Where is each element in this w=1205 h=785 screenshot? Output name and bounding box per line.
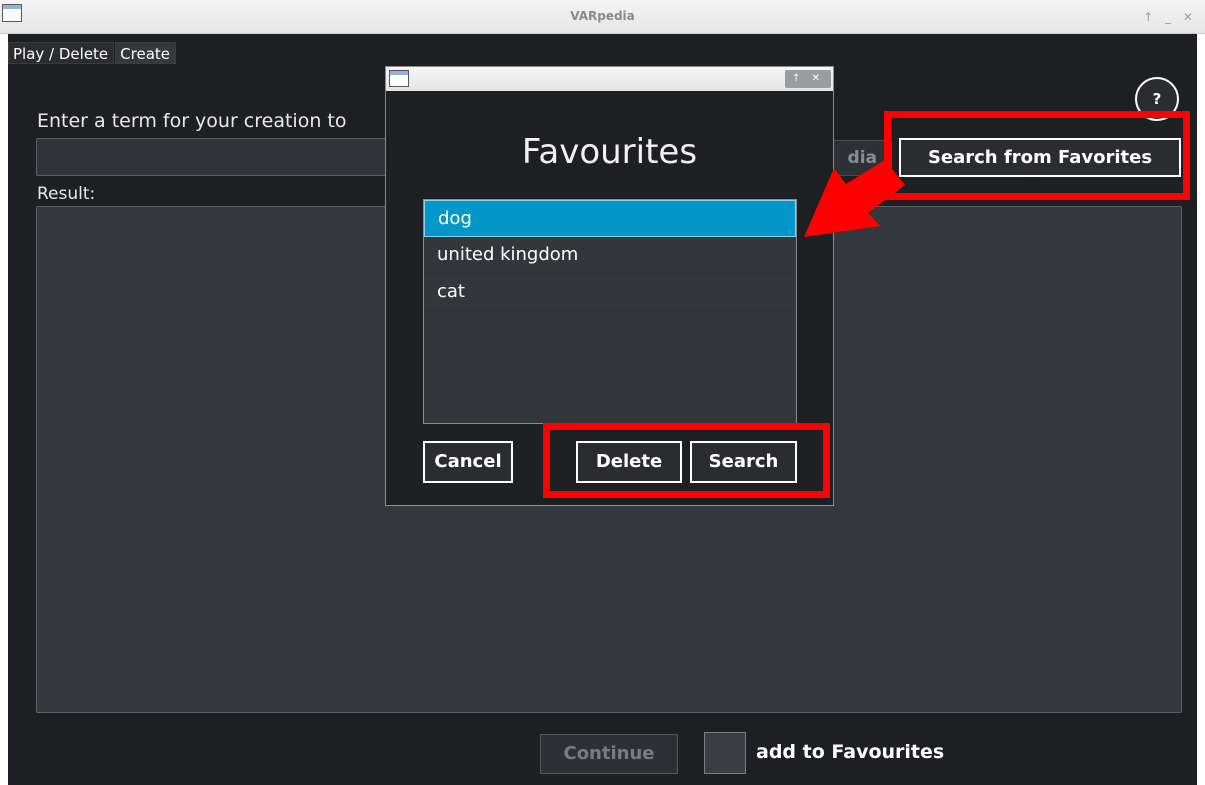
dialog-titlebar[interactable]: ↑ ✕ [386,67,833,91]
tab-bar: Play / Delete Create [8,42,177,64]
dialog-controls[interactable]: ↑ ✕ [785,70,831,88]
window-titlebar[interactable]: VARpedia ↑ _ ✕ [0,0,1205,34]
term-prompt-label: Enter a term for your creation to [37,110,347,132]
tab-play-delete[interactable]: Play / Delete [8,42,115,64]
cancel-button[interactable]: Cancel [423,441,513,483]
dialog-heading: Favourites [521,132,698,172]
annotation-box-favorites [884,111,1190,200]
continue-button[interactable]: Continue [540,734,678,774]
list-item[interactable]: united kingdom [424,237,796,274]
tab-create[interactable]: Create [115,42,176,64]
favourites-list[interactable]: dog united kingdom cat [423,199,797,424]
list-item[interactable]: cat [424,274,796,311]
window-title: VARpedia [570,9,635,23]
annotation-box-buttons [543,423,830,498]
result-label: Result: [37,184,96,204]
dialog-window-icon [389,70,409,87]
window-controls[interactable]: ↑ _ ✕ [1143,10,1197,24]
list-item[interactable]: dog [424,200,796,237]
add-to-favourites-checkbox[interactable] [704,732,746,774]
add-to-favourites-label: add to Favourites [756,741,945,763]
